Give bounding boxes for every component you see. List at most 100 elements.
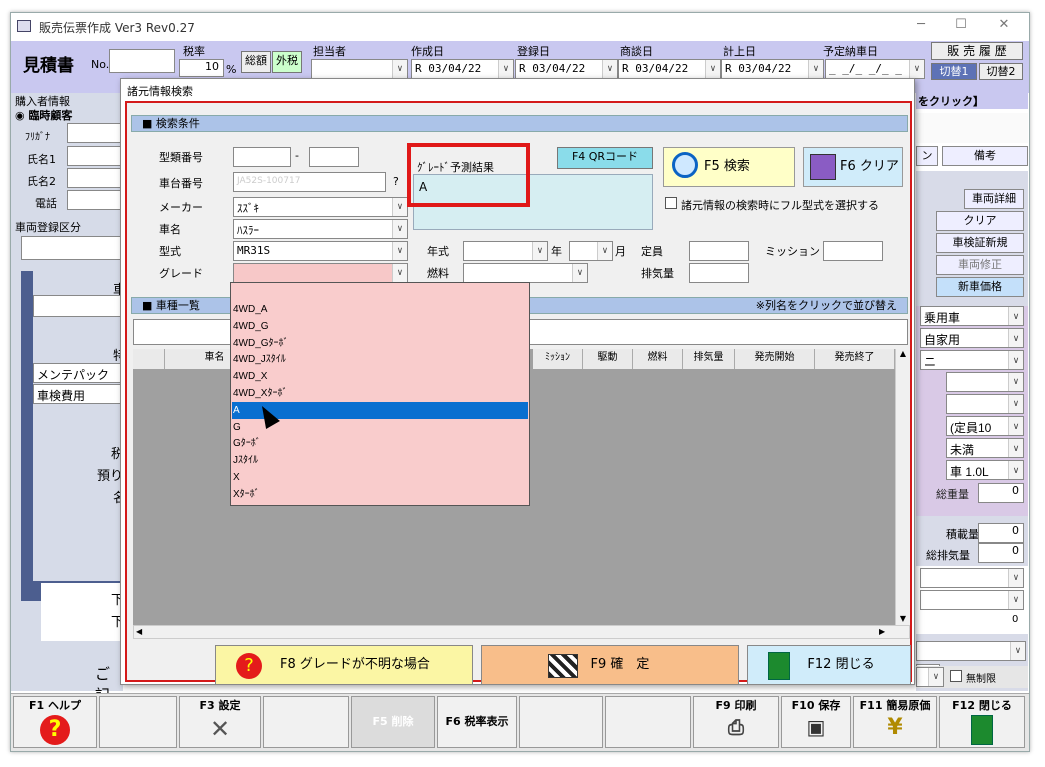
- r4-select[interactable]: (定員10 ∨: [946, 416, 1024, 436]
- total-tax-button[interactable]: 総額: [241, 51, 271, 73]
- maker-select[interactable]: ｽｽﾞｷ ∨: [233, 197, 408, 217]
- r5-select[interactable]: 未満 ∨: [946, 438, 1024, 458]
- col-fuel[interactable]: 燃料: [633, 349, 683, 369]
- vehicle-detail-button[interactable]: 車両詳細: [964, 189, 1024, 209]
- f12-close-button[interactable]: F12 閉じる: [939, 696, 1025, 748]
- minimize-icon[interactable]: ─: [906, 17, 936, 32]
- qr-code-button[interactable]: F4 QRコード: [557, 147, 653, 169]
- f4-empty-button[interactable]: [263, 696, 349, 748]
- switch2-button[interactable]: 切替2: [979, 63, 1023, 80]
- grade-option[interactable]: 4WD_Gﾀｰﾎﾞ: [232, 335, 528, 352]
- f6-tax-display-button[interactable]: F6 税率表示: [437, 696, 517, 748]
- col-drive[interactable]: 駆動: [583, 349, 633, 369]
- r3c-select[interactable]: ∨: [946, 394, 1024, 414]
- grade-option[interactable]: 4WD_X: [232, 368, 528, 385]
- grade-option[interactable]: 4WD_Jｽﾀｲﾙ: [232, 351, 528, 368]
- month-select[interactable]: ∨: [569, 241, 613, 261]
- tab-nn[interactable]: ン: [916, 146, 938, 166]
- rl2-select[interactable]: ∨: [920, 590, 1024, 610]
- booked-date[interactable]: R 03/04/22 ∨: [721, 59, 824, 79]
- switch1-button[interactable]: 切替1: [931, 63, 977, 80]
- grade-option[interactable]: Gﾀｰﾎﾞ: [232, 435, 528, 452]
- name2-input[interactable]: [67, 168, 123, 188]
- grade-option[interactable]: 4WD_A: [232, 301, 528, 318]
- unlimited-select[interactable]: ∨: [916, 667, 944, 687]
- search-button[interactable]: F5 検索: [663, 147, 795, 187]
- col-sale-start[interactable]: 発売開始: [735, 349, 815, 369]
- excl-tax-button[interactable]: 外税: [272, 51, 302, 73]
- mission-input[interactable]: [823, 241, 883, 261]
- r3-select[interactable]: ニ ∨: [920, 350, 1024, 370]
- grade-option[interactable]: 4WD_Xﾀｰﾎﾞ: [232, 385, 528, 402]
- f3-settings-button[interactable]: F3 設定 ✕: [179, 696, 261, 748]
- temp-customer-radio[interactable]: ◉ 臨時顧客: [15, 107, 72, 123]
- furigana-input[interactable]: [67, 123, 123, 143]
- reg-div-input[interactable]: [21, 236, 123, 260]
- phone-input[interactable]: [67, 190, 123, 210]
- tax-rate-input[interactable]: 10: [179, 59, 224, 77]
- doc-no-input[interactable]: [109, 49, 175, 73]
- maint-pack-input[interactable]: メンテパック: [33, 363, 123, 383]
- grade-option[interactable]: X: [232, 469, 528, 486]
- f5-delete-button[interactable]: F5 削除: [351, 696, 435, 748]
- rl1-select[interactable]: ∨: [920, 568, 1024, 588]
- r2-select[interactable]: 自家用 ∨: [920, 328, 1024, 348]
- grade-select[interactable]: ∨: [233, 263, 408, 283]
- registered-date[interactable]: R 03/04/22 ∨: [515, 59, 618, 79]
- grade-option[interactable]: Jｽﾀｲﾙ: [232, 452, 528, 469]
- grid-vscroll[interactable]: ▲ ▼: [895, 349, 910, 625]
- clear-button[interactable]: F6 クリア: [803, 147, 903, 187]
- sales-history-button[interactable]: 販 売 履 歴: [931, 42, 1023, 60]
- weight-input[interactable]: 0: [978, 483, 1024, 503]
- right-clear-button[interactable]: クリア: [936, 211, 1024, 231]
- capacity-input[interactable]: [689, 241, 749, 261]
- displacement-input[interactable]: [689, 263, 749, 283]
- f2-empty-button[interactable]: [99, 696, 177, 748]
- deal-date[interactable]: R 03/04/22 ∨: [618, 59, 721, 79]
- f10-save-button[interactable]: F10 保存 ▣: [781, 696, 851, 748]
- vehicle-fix-button[interactable]: 車両修正: [936, 255, 1024, 275]
- shaken-new-button[interactable]: 車検証新規: [936, 233, 1024, 253]
- chassis-help[interactable]: ?: [393, 175, 399, 188]
- model-no-input2[interactable]: [309, 147, 359, 167]
- confirm-button[interactable]: F9 確 定: [481, 645, 739, 685]
- model-no-input1[interactable]: [233, 147, 291, 167]
- maximize-icon[interactable]: ☐: [946, 17, 976, 32]
- displacement-total-input[interactable]: 0: [978, 543, 1024, 563]
- col-mission[interactable]: ﾐｯｼｮﾝ: [533, 349, 583, 369]
- staff-select[interactable]: ∨: [311, 59, 408, 79]
- chassis-input[interactable]: JA52S-100717: [233, 172, 386, 192]
- unlimited-checkbox[interactable]: [950, 670, 962, 682]
- created-date[interactable]: R 03/04/22 ∨: [411, 59, 514, 79]
- close-icon[interactable]: ✕: [989, 17, 1019, 32]
- rl3-select[interactable]: ∨: [916, 641, 1026, 661]
- load-input[interactable]: 0: [978, 523, 1024, 543]
- type-select[interactable]: MR31S ∨: [233, 241, 408, 261]
- vehicle-input[interactable]: [33, 295, 123, 317]
- fuel-select[interactable]: ∨: [463, 263, 588, 283]
- fullmodel-checkbox[interactable]: [665, 197, 677, 209]
- shaken-cost-input[interactable]: 車検費用: [33, 384, 123, 404]
- dialog-close-button[interactable]: F12 閉じる: [747, 645, 911, 685]
- f8-empty-button[interactable]: [605, 696, 691, 748]
- grade-unknown-button[interactable]: ? F8 グレードが不明な場合: [215, 645, 473, 685]
- grade-option[interactable]: 4WD_G: [232, 318, 528, 335]
- f1-help-button[interactable]: F1 ヘルプ?: [13, 696, 97, 748]
- col-displacement[interactable]: 排気量: [683, 349, 735, 369]
- new-car-price-button[interactable]: 新車価格: [936, 277, 1024, 297]
- f9-print-button[interactable]: F9 印刷 ⎙: [693, 696, 779, 748]
- col-sale-end[interactable]: 発売終了: [815, 349, 895, 369]
- name1-input[interactable]: [67, 146, 123, 166]
- f7-empty-button[interactable]: [519, 696, 603, 748]
- grade-option[interactable]: Xﾀｰﾎﾞ: [232, 486, 528, 503]
- f11-cost-button[interactable]: F11 簡易原価 ¥: [853, 696, 937, 748]
- r3b-select[interactable]: ∨: [946, 372, 1024, 392]
- car-name-select[interactable]: ﾊｽﾗｰ ∨: [233, 219, 408, 239]
- year-select[interactable]: ∨: [463, 241, 548, 261]
- tab-bikou[interactable]: 備考: [942, 146, 1028, 166]
- r6-select[interactable]: 車 1.0L ∨: [946, 460, 1024, 480]
- delivery-date[interactable]: _ _/_ _/_ _ ∨: [825, 59, 925, 79]
- r1-select[interactable]: 乗用車 ∨: [920, 306, 1024, 326]
- grid-hscroll[interactable]: ◀ ▶: [133, 625, 910, 639]
- grade-dropdown-list[interactable]: 4WD_A 4WD_G 4WD_Gﾀｰﾎﾞ 4WD_Jｽﾀｲﾙ 4WD_X 4WD_Xﾀｰ…: [230, 282, 530, 506]
